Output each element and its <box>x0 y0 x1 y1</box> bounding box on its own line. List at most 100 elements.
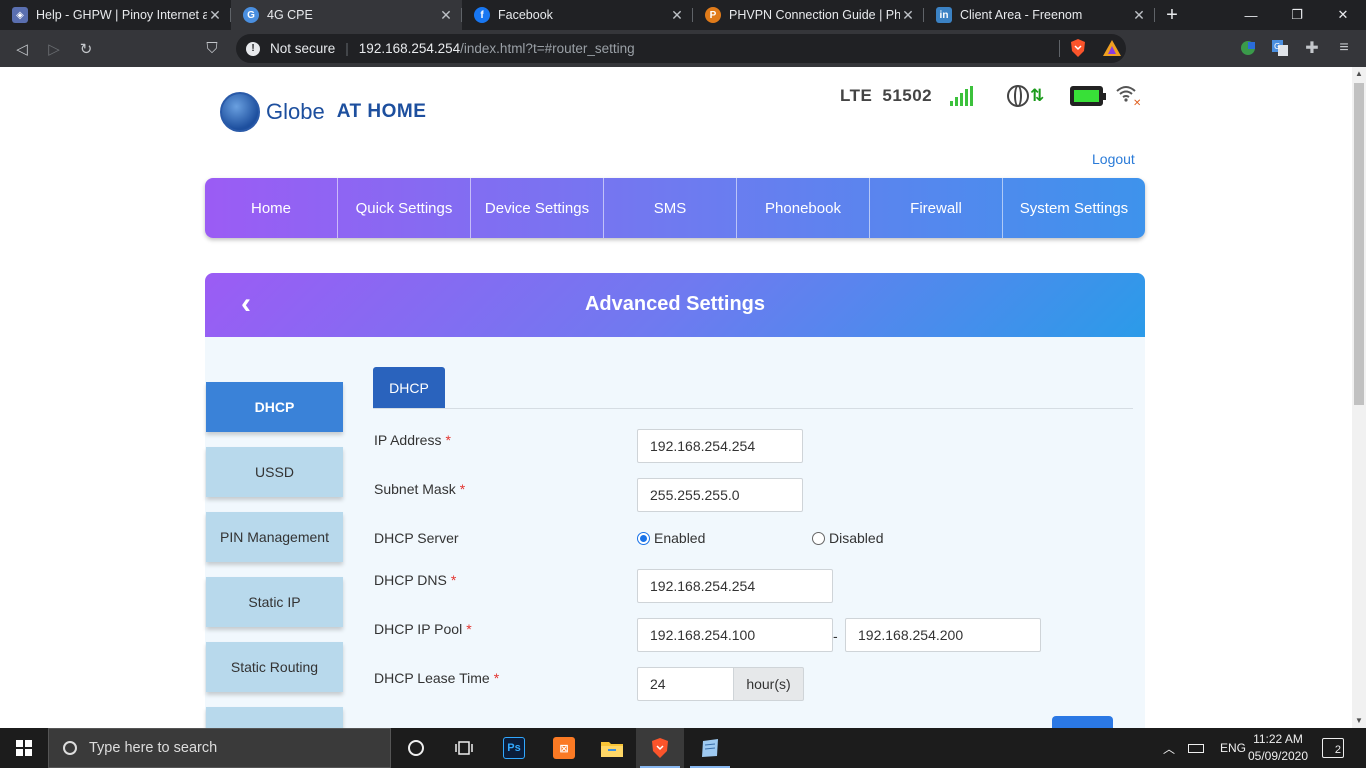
taskbar-clock[interactable]: 11:22 AM 05/09/2020 <box>1240 731 1316 765</box>
bookmark-icon[interactable]: ⛉ <box>196 33 228 65</box>
clock-date: 05/09/2020 <box>1247 749 1309 763</box>
logout-link[interactable]: Logout <box>1092 151 1135 167</box>
extension-globe-icon[interactable] <box>1236 36 1260 60</box>
file-explorer-icon[interactable] <box>588 728 636 768</box>
nav-firewall[interactable]: Firewall <box>870 178 1003 238</box>
ip-address-input[interactable]: 192.168.254.254 <box>637 429 803 463</box>
browser-menu-icon[interactable]: ≡ <box>1332 36 1356 60</box>
url-host: 192.168.254.254 <box>358 41 461 56</box>
scroll-up-icon[interactable]: ▲ <box>1352 67 1366 81</box>
nav-phonebook[interactable]: Phonebook <box>737 178 870 238</box>
dhcp-server-enabled-radio[interactable]: Enabled <box>637 530 705 546</box>
close-tab-icon[interactable]: ✕ <box>669 7 685 24</box>
nav-system-settings[interactable]: System Settings <box>1003 178 1145 238</box>
tab-title: Facebook <box>498 8 553 22</box>
side-menu-pin-management[interactable]: PIN Management <box>206 512 343 562</box>
xampp-icon[interactable]: ⊠ <box>540 728 588 768</box>
cortana-icon[interactable] <box>392 728 440 768</box>
required-mark: * <box>450 572 457 588</box>
data-transfer-icon: ⇅ <box>1030 86 1045 105</box>
advanced-settings-header: ‹ Advanced Settings <box>205 273 1145 337</box>
notification-count: 2 <box>1334 744 1341 756</box>
battery-tray-icon[interactable] <box>1188 743 1204 753</box>
browser-toolbar: ◁ ▷ ↻ ⛉ ! Not secure | 192.168.254.254/i… <box>0 30 1366 67</box>
browser-tab-freenom[interactable]: in Client Area - Freenom ✕ <box>924 0 1155 30</box>
forward-button[interactable]: ▷ <box>38 33 70 65</box>
nav-sms[interactable]: SMS <box>604 178 737 238</box>
dhcp-server-disabled-radio[interactable]: Disabled <box>812 530 883 546</box>
scroll-down-icon[interactable]: ▼ <box>1352 714 1366 728</box>
close-tab-icon[interactable]: ✕ <box>1131 7 1147 24</box>
new-tab-button[interactable]: + <box>1155 0 1189 30</box>
close-tab-icon[interactable]: ✕ <box>207 7 223 24</box>
pool-range-separator: - <box>833 628 838 644</box>
restore-button[interactable]: ❐ <box>1274 0 1320 30</box>
globe-at-home-logo: Globe AT HOME <box>220 92 426 132</box>
network-type: LTE <box>840 86 873 105</box>
minimize-button[interactable]: — <box>1228 0 1274 30</box>
back-button[interactable]: ◁ <box>6 33 38 65</box>
browser-tab-facebook[interactable]: f Facebook ✕ <box>462 0 693 30</box>
brave-rewards-icon[interactable] <box>1100 36 1124 60</box>
translate-extension-icon[interactable]: G <box>1268 36 1292 60</box>
dhcp-dns-input[interactable]: 192.168.254.254 <box>637 569 833 603</box>
brave-shields-icon[interactable] <box>1066 36 1090 60</box>
main-navigation: Home Quick Settings Device Settings SMS … <box>205 178 1145 238</box>
tray-overflow-chevron-icon[interactable]: ︿ <box>1162 740 1176 757</box>
extensions-puzzle-icon[interactable]: ✚ <box>1300 36 1324 60</box>
dhcp-lease-time-label-text: DHCP Lease Time <box>374 670 490 686</box>
photoshop-icon[interactable]: Ps <box>490 728 538 768</box>
apply-button[interactable] <box>1052 716 1113 728</box>
taskbar-search-box[interactable]: Type here to search <box>48 728 391 768</box>
browser-tab-ghpw[interactable]: ◈ Help - GHPW | Pinoy Internet and ✕ <box>0 0 231 30</box>
close-window-button[interactable]: ✕ <box>1320 0 1366 30</box>
brand-tagline: AT HOME <box>336 101 427 122</box>
side-menu-dhcp[interactable]: DHCP <box>206 382 343 432</box>
page-scrollbar[interactable]: ▲ ▼ <box>1352 67 1366 728</box>
close-tab-icon[interactable]: ✕ <box>900 7 916 24</box>
address-divider: | <box>345 41 349 56</box>
settings-panel: DHCP USSD PIN Management Static IP Stati… <box>205 337 1145 728</box>
clock-time: 11:22 AM <box>1253 732 1303 746</box>
tab-title: Client Area - Freenom <box>960 8 1083 22</box>
nav-home[interactable]: Home <box>205 178 338 238</box>
scrollbar-thumb[interactable] <box>1354 83 1364 405</box>
dhcp-dns-label: DHCP DNS * <box>374 572 456 588</box>
router-admin-page: Globe AT HOME LTE 51502 ⇅ ✕ Logout Home … <box>0 67 1352 728</box>
start-button[interactable] <box>0 728 48 768</box>
task-view-icon[interactable] <box>440 728 488 768</box>
dhcp-lease-time-input[interactable]: 24 <box>637 667 734 701</box>
browser-tab-bar: ◈ Help - GHPW | Pinoy Internet and ✕ G 4… <box>0 0 1366 30</box>
notification-center-icon[interactable]: 2 <box>1322 738 1344 758</box>
signal-strength-icon <box>950 86 975 106</box>
nav-quick-settings[interactable]: Quick Settings <box>338 178 471 238</box>
brave-browser-icon[interactable] <box>636 728 684 768</box>
battery-icon <box>1070 86 1107 106</box>
search-icon <box>63 741 77 755</box>
side-menu-static-routing[interactable]: Static Routing <box>206 642 343 692</box>
operator-code: 51502 <box>882 86 933 105</box>
radio-checked-icon <box>637 531 650 545</box>
close-tab-icon[interactable]: ✕ <box>438 7 454 24</box>
info-warning-icon[interactable]: ! <box>246 41 260 56</box>
subnet-mask-input[interactable]: 255.255.255.0 <box>637 478 803 512</box>
dhcp-pool-end-input[interactable]: 192.168.254.200 <box>845 618 1041 652</box>
security-label: Not secure <box>270 41 336 56</box>
lease-time-unit: hour(s) <box>733 667 804 701</box>
side-menu-item-partial[interactable] <box>206 707 343 728</box>
wifi-disabled-icon: ✕ <box>1115 85 1141 109</box>
address-bar[interactable]: ! Not secure | 192.168.254.254/index.htm… <box>236 34 1126 63</box>
reload-button[interactable]: ↻ <box>70 33 102 65</box>
subnet-mask-label-text: Subnet Mask <box>374 481 456 497</box>
ip-address-label-text: IP Address <box>374 432 442 448</box>
dhcp-pool-start-input[interactable]: 192.168.254.100 <box>637 618 833 652</box>
notepad-icon[interactable] <box>686 728 734 768</box>
side-menu-ussd[interactable]: USSD <box>206 447 343 497</box>
side-menu-static-ip[interactable]: Static IP <box>206 577 343 627</box>
tab-dhcp[interactable]: DHCP <box>373 367 445 408</box>
radio-label-enabled: Enabled <box>654 530 706 546</box>
required-mark: * <box>445 432 451 448</box>
browser-tab-phvpn[interactable]: P PHVPN Connection Guide | Philip ✕ <box>693 0 924 30</box>
nav-device-settings[interactable]: Device Settings <box>471 178 604 238</box>
browser-tab-4g-cpe[interactable]: G 4G CPE ✕ <box>231 0 462 30</box>
